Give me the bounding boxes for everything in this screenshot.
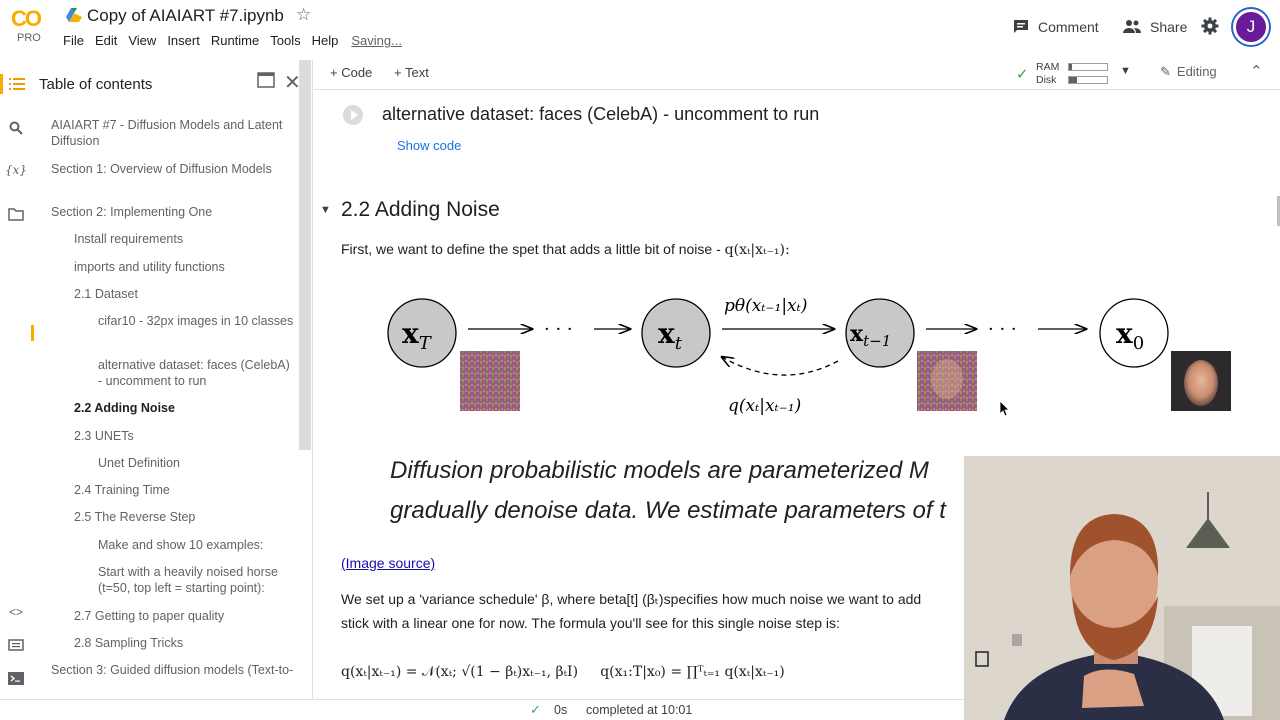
status-bar: ✓ 0s completed at 10:01: [0, 699, 964, 720]
toc-item[interactable]: 2.1 Dataset: [74, 286, 296, 302]
webcam-video: [964, 456, 1280, 720]
collapse-section-icon[interactable]: ▼: [320, 204, 331, 216]
mouse-cursor: [999, 400, 1010, 417]
paragraph-variance-schedule: We set up a 'variance schedule' β, where…: [341, 591, 922, 631]
toc-item[interactable]: AIAIART #7 - Diffusion Models and Latent…: [51, 117, 297, 149]
disk-bar: [1068, 76, 1108, 84]
chevron-up-icon[interactable]: ⌃: [1250, 62, 1263, 80]
paragraph-intro: First, we want to define the spet that a…: [341, 241, 790, 258]
toc-item[interactable]: 2.5 The Reverse Step: [74, 509, 296, 525]
section-heading: 2.2 Adding Noise: [341, 198, 500, 221]
diffusion-diagram: xT · · · xt pθ(xₜ₋₁|xₜ) q(xₜ|xₜ₋₁) xt−1 …: [387, 296, 1231, 417]
chevron-down-icon[interactable]: ▼: [1120, 65, 1131, 77]
toc-item[interactable]: 2.3 UNETs: [74, 428, 296, 444]
add-code-button[interactable]: + Code: [330, 65, 372, 80]
noise-image: [460, 351, 520, 411]
run-cell-icon[interactable]: [343, 105, 363, 125]
toc-item[interactable]: Section 1: Overview of Diffusion Models: [51, 161, 297, 177]
toc-scrollbar[interactable]: [299, 60, 311, 450]
toc-item[interactable]: Start with a heavily noised horse (t=50,…: [98, 564, 294, 596]
user-avatar[interactable]: J: [1233, 9, 1269, 45]
star-icon[interactable]: ☆: [296, 5, 311, 25]
show-code-link[interactable]: Show code: [397, 138, 461, 153]
toc-item[interactable]: 2.8 Sampling Tricks: [74, 635, 296, 651]
noise-formula: q(xₜ|xₜ₋₁) = 𝒩(xₜ; √(1 − βₜ)xₜ₋₁, βₜI) q…: [341, 664, 785, 680]
toc-item[interactable]: alternative dataset: faces (CelebA) - un…: [98, 357, 294, 389]
label-p-theta: pθ(xₜ₋₁|xₜ): [724, 296, 807, 316]
execution-status: completed at 10:01: [586, 703, 693, 717]
toc-item[interactable]: 2.2 Adding Noise: [74, 400, 296, 416]
toc-item[interactable]: Install requirements: [74, 231, 296, 247]
saving-status[interactable]: Saving...: [351, 33, 402, 48]
connected-check-icon: ✓: [1016, 66, 1029, 83]
add-text-button[interactable]: + Text: [394, 65, 429, 80]
cell-title: alternative dataset: faces (CelebA) - un…: [382, 104, 820, 124]
resource-monitor[interactable]: ✓ RAM Disk ▼: [1016, 59, 1136, 87]
dots-1: · · ·: [544, 319, 573, 340]
toc-list: AIAIART #7 - Diffusion Models and Latent…: [0, 0, 298, 677]
success-check-icon: ✓: [530, 702, 541, 717]
people-icon: [1123, 20, 1141, 33]
ram-bar: [1068, 63, 1108, 71]
notebook-toolbar: + Code + Text ✓ RAM Disk ▼ ✎ Editing ⌃: [314, 56, 1280, 90]
dots-2: · · ·: [988, 319, 1017, 340]
toc-item[interactable]: Section 2: Implementing One: [51, 204, 297, 220]
menu-help[interactable]: Help: [312, 33, 339, 48]
paper-quote: Diffusion probabilistic models are param…: [390, 457, 946, 524]
toc-item[interactable]: 2.7 Getting to paper quality: [74, 608, 296, 624]
pencil-icon: ✎: [1160, 64, 1171, 79]
image-source-link[interactable]: (Image source): [341, 555, 435, 571]
arrow-forward-dashed: [722, 357, 839, 376]
toc-item[interactable]: imports and utility functions: [74, 259, 296, 275]
toc-active-indicator: [31, 325, 34, 341]
label-q: q(xₜ|xₜ₋₁): [728, 396, 801, 416]
toc-item[interactable]: cifar10 - 32px images in 10 classes: [98, 313, 294, 329]
execution-duration: 0s: [554, 703, 568, 717]
editing-mode-button[interactable]: ✎ Editing: [1160, 64, 1217, 80]
share-button[interactable]: Share: [1122, 16, 1187, 38]
comment-icon: [1014, 20, 1028, 33]
gear-icon[interactable]: [1200, 16, 1220, 36]
toc-item[interactable]: Unet Definition: [98, 455, 294, 471]
toc-item[interactable]: 2.4 Training Time: [74, 482, 296, 498]
comment-button[interactable]: Comment: [1012, 16, 1099, 38]
toc-item[interactable]: Make and show 10 examples:: [98, 537, 294, 553]
